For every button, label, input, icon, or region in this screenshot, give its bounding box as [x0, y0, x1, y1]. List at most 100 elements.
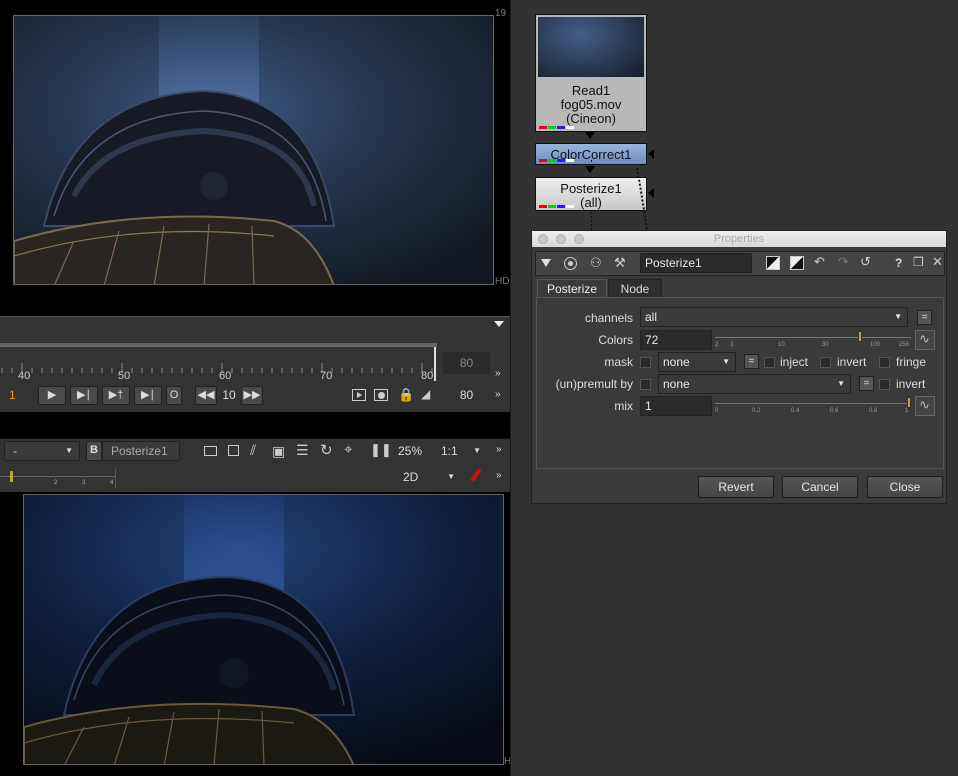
undo-icon[interactable]: ↶ [814, 254, 825, 270]
ruler-label: 40 [18, 370, 31, 382]
revert-button[interactable]: Revert [698, 476, 774, 498]
ratio-value: 1:1 [441, 444, 458, 458]
cancel-button[interactable]: Cancel [782, 476, 858, 498]
ratio-dropdown[interactable]: 1:1 ▼ [432, 441, 488, 461]
colors-label: Colors [598, 333, 633, 347]
window-close-icon[interactable] [538, 234, 548, 244]
premult-link-button[interactable]: = [859, 376, 874, 391]
paint-brush-icon[interactable] [470, 468, 482, 482]
collapse-triangle-icon[interactable] [541, 259, 551, 267]
out-button[interactable]: O [166, 386, 182, 405]
fringe-checkbox[interactable] [879, 357, 890, 368]
colors-input[interactable]: 72 [640, 330, 712, 350]
pause-icon[interactable]: ❚❚ [370, 442, 392, 458]
read-node[interactable]: Read1 fog05.mov (Cineon) [535, 14, 647, 132]
slider-tick-label: 3 [730, 342, 734, 348]
viewer-image-bottom[interactable] [23, 494, 504, 765]
next-keyframe-button[interactable]: ▶† [102, 386, 130, 405]
premult-dropdown[interactable]: none ▼ [658, 374, 851, 394]
revert-icon[interactable]: ↺ [860, 254, 871, 270]
dropdown-arrow-icon: ▼ [894, 312, 902, 321]
tab-posterize[interactable]: Posterize [537, 279, 607, 298]
safe-area-icon[interactable] [228, 445, 239, 456]
dropdown-arrow-icon: ▼ [837, 379, 845, 388]
gain-slider-handle[interactable] [10, 471, 13, 482]
float-window-icon[interactable]: ❐ [913, 255, 924, 269]
slider-tick-label: 10 [778, 342, 785, 348]
mix-slider[interactable]: 0 0.2 0.4 0.6 0.8 1 [715, 397, 911, 414]
lines-icon[interactable]: ☰ [296, 442, 309, 459]
colors-curve-button[interactable]: ∿ [915, 330, 935, 350]
mask-checkbox[interactable] [640, 357, 651, 368]
node-connections [591, 160, 648, 231]
refresh-icon[interactable]: ↻ [320, 441, 333, 459]
mask-dropdown[interactable]: none ▼ [658, 352, 736, 372]
overlay-icon[interactable]: ▣ [272, 443, 285, 460]
ruler-label: 60 [219, 370, 232, 382]
step-forward-button[interactable]: ▶∣ [70, 386, 98, 405]
premult-checkbox[interactable] [640, 379, 651, 390]
expand-chevron-icon[interactable]: » [495, 368, 501, 379]
window-minimize-icon[interactable] [556, 234, 566, 244]
mask-link-button[interactable]: = [744, 354, 759, 369]
a-input-dropdown[interactable]: - ▼ [4, 441, 80, 461]
timeline-track[interactable] [0, 343, 437, 347]
current-frame[interactable]: 1 [9, 388, 16, 402]
viewer-image-top[interactable] [13, 15, 494, 285]
gain-slider[interactable]: 2 3 4 [0, 468, 116, 488]
lock-icon[interactable]: 🔒 [398, 387, 414, 403]
colors-slider-handle[interactable] [858, 331, 862, 342]
wipe-icon[interactable]: ⫽ [250, 442, 256, 459]
colors-slider[interactable]: 2 3 10 30 100 256 [715, 331, 911, 348]
inject-checkbox[interactable] [764, 357, 775, 368]
step-value-field[interactable]: 10 [218, 384, 240, 406]
properties-titlebar[interactable]: Properties [532, 231, 946, 247]
b-input-button[interactable]: B [86, 441, 102, 461]
playback-range-icon[interactable]: ◢ [421, 387, 430, 401]
expand-chevron-icon[interactable]: » [495, 389, 501, 400]
tab-node[interactable]: Node [608, 279, 662, 298]
slider-tick-label: 0 [715, 408, 719, 414]
b-input-dropdown[interactable]: Posterize1 [102, 441, 180, 461]
play-mode-icon[interactable] [352, 389, 366, 401]
input-icon[interactable]: ⚇ [590, 255, 602, 271]
dropdown-arrow-icon: ▼ [65, 446, 73, 455]
wrench-icon[interactable]: ⚒ [614, 255, 626, 271]
close-button[interactable]: Close [867, 476, 943, 498]
target-icon[interactable]: ⌖ [344, 441, 352, 458]
roi-icon[interactable] [204, 446, 217, 456]
window-zoom-icon[interactable] [574, 234, 584, 244]
viewer-menu-arrow-icon[interactable] [494, 321, 504, 327]
properties-title: Properties [713, 233, 765, 245]
record-icon[interactable] [374, 389, 388, 401]
channels-dropdown[interactable]: all ▼ [640, 307, 908, 327]
gl-color-icon[interactable] [790, 256, 804, 270]
read-node-name: Read1 [571, 83, 611, 98]
expand-chevron-icon[interactable]: » [496, 444, 502, 455]
mix-slider-handle[interactable] [907, 397, 911, 408]
rewind-button[interactable]: ◀◀ [195, 386, 217, 405]
play-button[interactable]: ▶ [38, 386, 66, 405]
end-frame-field[interactable]: 80 [443, 384, 490, 406]
redo-icon[interactable]: ↷ [838, 254, 849, 270]
gain-tick: 3 [82, 480, 86, 486]
invert-mask-checkbox[interactable] [820, 357, 831, 368]
fast-forward-button[interactable]: ▶▶ [241, 386, 263, 405]
view-mode-dropdown[interactable]: 2D ▼ [394, 467, 462, 487]
premult-invert-checkbox[interactable] [879, 379, 890, 390]
end-frame-field-dim[interactable]: 80 [443, 352, 490, 374]
channels-link-button[interactable]: = [917, 310, 932, 325]
help-icon[interactable]: ? [895, 256, 902, 270]
mix-input[interactable]: 1 [640, 396, 712, 416]
zoom-value[interactable]: 25% [398, 444, 422, 458]
node-name-field[interactable]: Posterize1 [640, 253, 752, 273]
last-frame-button[interactable]: ▶∣ [134, 386, 162, 405]
b-input-value: Posterize1 [111, 444, 168, 458]
color-swatch-icon[interactable] [766, 256, 780, 270]
mix-curve-button[interactable]: ∿ [915, 396, 935, 416]
playhead[interactable] [434, 347, 436, 381]
close-panel-icon[interactable]: ✕ [932, 254, 943, 270]
expand-chevron-icon[interactable]: » [496, 470, 502, 481]
view-mode-value: 2D [403, 470, 419, 484]
center-node-icon[interactable] [564, 257, 577, 270]
